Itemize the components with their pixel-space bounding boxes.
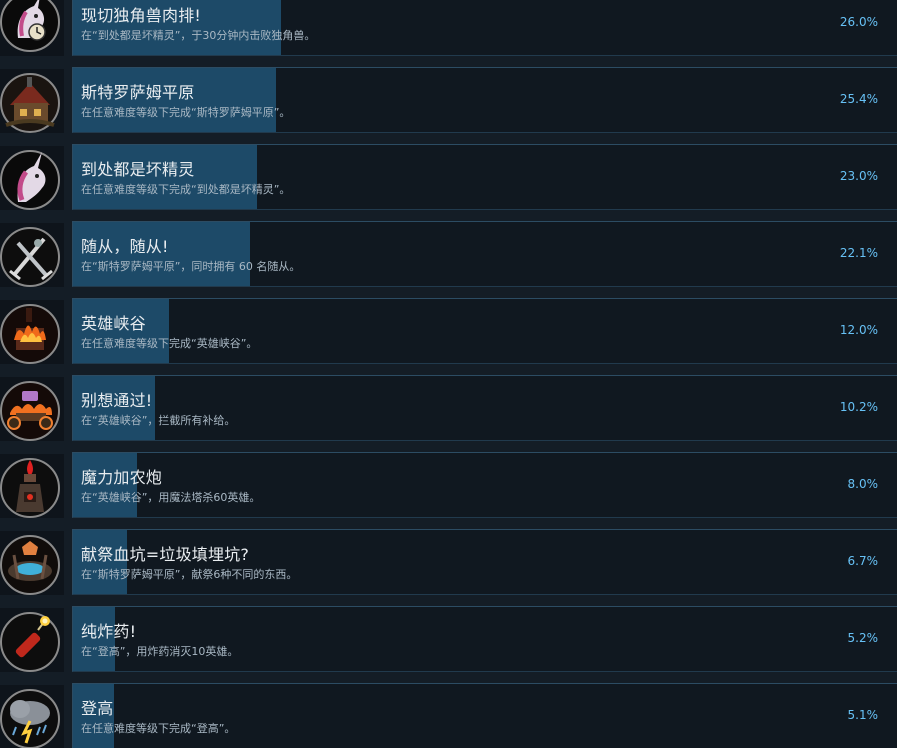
achievement-row: 献祭血坑=垃圾填埋坑? 在“斯特罗萨姆平原”，献祭6种不同的东西。 6.7% xyxy=(0,527,897,597)
achievement-progress-frame: 献祭血坑=垃圾填埋坑? 在“斯特罗萨姆平原”，献祭6种不同的东西。 6.7% xyxy=(72,529,897,595)
mana-tower-icon xyxy=(0,454,64,518)
achievement-percent: 25.4% xyxy=(839,92,878,106)
achievement-title: 纯炸药! xyxy=(81,622,137,641)
achievement-percent: 8.0% xyxy=(847,477,879,491)
achievement-row: 到处都是坏精灵在任意难度等级下完成“到处都是坏精灵”。 23.0% xyxy=(0,142,897,212)
achievement-percent: 12.0% xyxy=(839,323,878,337)
achievement-title: 魔力加农炮 xyxy=(81,468,163,487)
achievement-row: 英雄峡谷在任意难度等级下完成“英雄峡谷”。 12.0% xyxy=(0,296,897,366)
crossed-swords-icon xyxy=(0,223,64,287)
achievement-description: 在“英雄峡谷”，用魔法塔杀60英雄。 xyxy=(81,491,261,504)
achievement-title: 斯特罗萨姆平原 xyxy=(81,83,195,102)
achievement-row: 纯炸药! 在“登高”，用炸药消灭10英雄。 5.2% xyxy=(0,604,897,674)
achievement-description: 在“斯特罗萨姆平原”，献祭6种不同的东西。 xyxy=(81,568,298,581)
achievement-row: 别想通过! 在“英雄峡谷”，拦截所有补给。 10.2% xyxy=(0,373,897,443)
unicorn-clock-icon xyxy=(0,0,64,56)
achievement-progress-frame: 现切独角兽肉排! 在“到处都是坏精灵”，于30分钟内击败独角兽。 26.0% xyxy=(72,0,897,56)
achievement-description: 在任意难度等级下完成“登高”。 xyxy=(81,722,236,735)
achievement-description: 在任意难度等级下完成“斯特罗萨姆平原”。 xyxy=(81,106,291,119)
achievement-description: 在“斯特罗萨姆平原”，同时拥有 60 名随从。 xyxy=(81,260,301,273)
achievement-description: 在“到处都是坏精灵”，于30分钟内击败独角兽。 xyxy=(81,29,316,42)
achievement-title: 英雄峡谷 xyxy=(81,314,146,333)
achievement-description: 在任意难度等级下完成“英雄峡谷”。 xyxy=(81,337,258,350)
achievement-progress-frame: 斯特罗萨姆平原在任意难度等级下完成“斯特罗萨姆平原”。 25.4% xyxy=(72,67,897,133)
achievement-description: 在“英雄峡谷”，拦截所有补给。 xyxy=(81,414,236,427)
achievement-percent: 6.7% xyxy=(847,554,879,568)
achievement-progress-frame: 到处都是坏精灵在任意难度等级下完成“到处都是坏精灵”。 23.0% xyxy=(72,144,897,210)
achievement-percent: 23.0% xyxy=(839,169,878,183)
achievement-description: 在“登高”，用炸药消灭10英雄。 xyxy=(81,645,239,658)
achievement-percent: 5.2% xyxy=(847,631,879,645)
achievement-title: 现切独角兽肉排! xyxy=(81,6,202,25)
achievement-progress-frame: 英雄峡谷在任意难度等级下完成“英雄峡谷”。 12.0% xyxy=(72,298,897,364)
achievement-progress-frame: 魔力加农炮在“英雄峡谷”，用魔法塔杀60英雄。 8.0% xyxy=(72,452,897,518)
achievement-row: 斯特罗萨姆平原在任意难度等级下完成“斯特罗萨姆平原”。 25.4% xyxy=(0,65,897,135)
achievement-list: 现切独角兽肉排! 在“到处都是坏精灵”，于30分钟内击败独角兽。 26.0% 斯特罗… xyxy=(0,0,897,748)
achievement-title: 登高 xyxy=(81,699,114,718)
achievement-title: 到处都是坏精灵 xyxy=(81,160,195,179)
burning-cart-icon xyxy=(0,377,64,441)
burning-fortress-icon xyxy=(0,300,64,364)
achievement-percent: 26.0% xyxy=(839,15,878,29)
achievement-title: 随从，随从! xyxy=(81,237,169,256)
achievement-percent: 22.1% xyxy=(839,246,878,260)
achievement-progress-frame: 别想通过! 在“英雄峡谷”，拦截所有补给。 10.2% xyxy=(72,375,897,441)
dynamite-icon xyxy=(0,608,64,672)
achievement-percent: 5.1% xyxy=(847,708,879,722)
achievement-description: 在任意难度等级下完成“到处都是坏精灵”。 xyxy=(81,183,291,196)
achievement-row: 随从，随从! 在“斯特罗萨姆平原”，同时拥有 60 名随从。 22.1% xyxy=(0,219,897,289)
achievement-title: 别想通过! xyxy=(81,391,153,410)
achievement-row: 登高在任意难度等级下完成“登高”。 5.1% xyxy=(0,681,897,748)
achievement-row: 现切独角兽肉排! 在“到处都是坏精灵”，于30分钟内击败独角兽。 26.0% xyxy=(0,0,897,58)
storm-cloud-icon xyxy=(0,685,64,748)
achievement-progress-frame: 纯炸药! 在“登高”，用炸药消灭10英雄。 5.2% xyxy=(72,606,897,672)
achievement-progress-frame: 登高在任意难度等级下完成“登高”。 5.1% xyxy=(72,683,897,748)
achievement-row: 魔力加农炮在“英雄峡谷”，用魔法塔杀60英雄。 8.0% xyxy=(0,450,897,520)
achievement-percent: 10.2% xyxy=(839,400,878,414)
farmhouse-icon xyxy=(0,69,64,133)
sacrifice-pit-icon xyxy=(0,531,64,595)
achievement-title: 献祭血坑=垃圾填埋坑? xyxy=(81,545,250,564)
unicorn-icon xyxy=(0,146,64,210)
achievement-progress-frame: 随从，随从! 在“斯特罗萨姆平原”，同时拥有 60 名随从。 22.1% xyxy=(72,221,897,287)
